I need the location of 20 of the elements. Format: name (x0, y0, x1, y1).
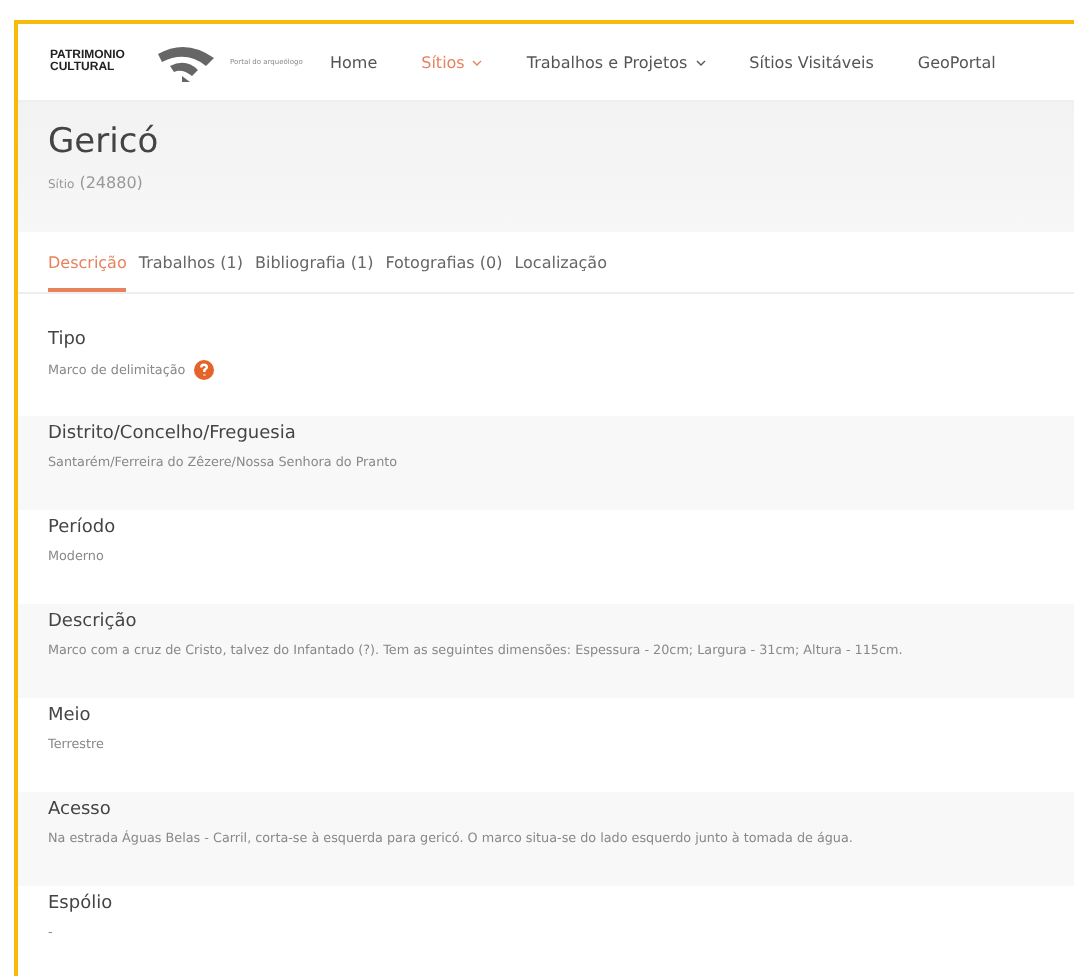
nav-link[interactable]: GeoPortal (917, 53, 996, 71)
field-label: Meio (48, 706, 93, 726)
site-id: (24880) (79, 174, 143, 192)
tab[interactable]: Trabalhos (1) (138, 237, 243, 291)
tab[interactable]: Localização (514, 237, 607, 291)
tab[interactable]: Bibliografia (1) (254, 237, 374, 291)
field-label: Período (48, 518, 118, 538)
field-label: Espólio (48, 894, 115, 914)
field-label: Descrição (48, 612, 139, 632)
page-title: Gericó (48, 122, 161, 162)
tab[interactable]: Fotografias (0) (385, 237, 503, 291)
field-label: Acesso (48, 800, 113, 820)
field-label: Tipo (48, 330, 88, 350)
nav-link[interactable]: Home (330, 53, 378, 71)
nav-link[interactable]: Sítios Visitáveis (749, 53, 874, 71)
caret-icon (472, 59, 483, 66)
help-icon[interactable] (193, 360, 214, 380)
nav-link[interactable]: Trabalhos e Projetos (526, 53, 706, 71)
field-label: Distrito/Concelho/Freguesia (48, 424, 298, 444)
caret-icon (695, 59, 706, 66)
